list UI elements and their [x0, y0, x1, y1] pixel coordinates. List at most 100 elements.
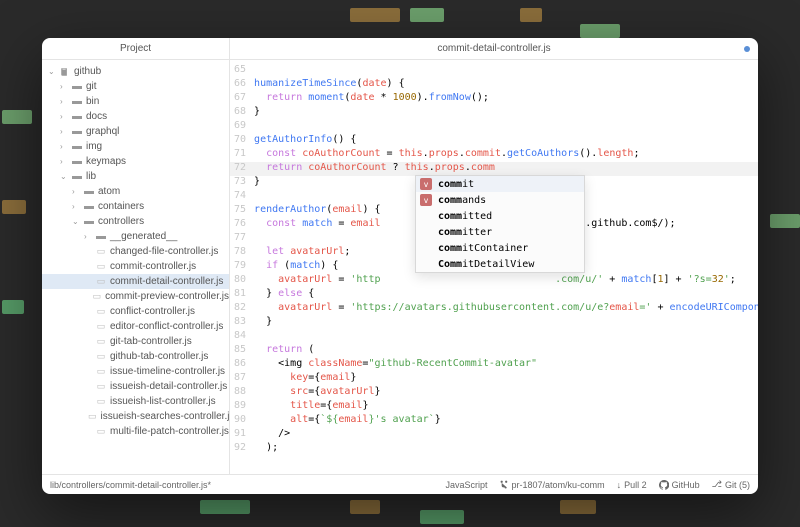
- tree-folder-controllers[interactable]: ⌄ ▬ controllers: [42, 214, 229, 229]
- tree-folder-label: bin: [86, 96, 99, 107]
- chevron-right-icon: ›: [84, 232, 92, 241]
- autocomplete-item[interactable]: vcommands: [416, 192, 584, 208]
- autocomplete-label: commit: [438, 179, 474, 190]
- status-path: lib/controllers/commit-detail-controller…: [50, 480, 211, 490]
- tree-file-label: changed-file-controller.js: [110, 246, 218, 257]
- chevron-down-icon: ⌄: [48, 67, 56, 76]
- tree-folder-label: controllers: [98, 216, 144, 227]
- autocomplete-popup[interactable]: vcommitvcommandscommitted committer commit…: [415, 175, 585, 273]
- gutter-line-number: 70: [234, 134, 246, 148]
- tree-root[interactable]: ⌄ github: [42, 64, 229, 79]
- file-tree[interactable]: ⌄ github ›▬git›▬bin›▬docs›▬graphql›▬img›…: [42, 60, 230, 474]
- autocomplete-badge-icon: [420, 258, 432, 270]
- code-line[interactable]: } else {: [254, 288, 758, 302]
- code-line[interactable]: );: [254, 442, 758, 456]
- tree-folder[interactable]: ›▬git: [42, 79, 229, 94]
- autocomplete-label: CommitDetailView: [438, 259, 534, 270]
- code-line[interactable]: [254, 330, 758, 344]
- autocomplete-label: commitContainer: [438, 243, 528, 254]
- tree-folder-label: __generated__: [110, 231, 177, 242]
- status-github-label: GitHub: [672, 480, 700, 490]
- code-line[interactable]: <img className="github-RecentCommit-avat…: [254, 358, 758, 372]
- tree-file[interactable]: ▭git-tab-controller.js: [42, 334, 229, 349]
- folder-icon: ▬: [72, 111, 82, 122]
- code-line[interactable]: }: [254, 106, 758, 120]
- project-pane-title: Project: [42, 38, 230, 59]
- autocomplete-item[interactable]: CommitDetailView: [416, 256, 584, 272]
- tree-folder-generated[interactable]: › ▬ __generated__: [42, 229, 229, 244]
- code-line[interactable]: avatarUrl = 'https://avatars.githubuserc…: [254, 302, 758, 316]
- tree-file[interactable]: ▭commit-detail-controller.js: [42, 274, 229, 289]
- tree-file[interactable]: ▭commit-controller.js: [42, 259, 229, 274]
- gutter-line-number: 72: [234, 162, 246, 176]
- tree-folder[interactable]: ›▬containers: [42, 199, 229, 214]
- code-line[interactable]: src={avatarUrl}: [254, 386, 758, 400]
- code-line[interactable]: title={email}: [254, 400, 758, 414]
- tree-file[interactable]: ▭issueish-searches-controller.js: [42, 409, 229, 424]
- tree-file[interactable]: ▭multi-file-patch-controller.js: [42, 424, 229, 439]
- code-line[interactable]: return coAuthorCount ? this.props.comm: [254, 162, 758, 176]
- status-pull-label: Pull 2: [624, 480, 647, 490]
- editor-tab[interactable]: commit-detail-controller.js: [230, 38, 758, 59]
- status-github[interactable]: GitHub: [659, 480, 700, 490]
- code-line[interactable]: return moment(date * 1000).fromNow();: [254, 92, 758, 106]
- gutter-line-number: 69: [234, 120, 246, 134]
- chevron-right-icon: ›: [72, 187, 80, 196]
- code-line[interactable]: getAuthorInfo() {: [254, 134, 758, 148]
- file-icon: ▭: [96, 261, 106, 272]
- autocomplete-label: committer: [438, 227, 492, 238]
- gutter-line-number: 74: [234, 190, 246, 204]
- gutter-line-number: 84: [234, 330, 246, 344]
- code-line[interactable]: const coAuthorCount = this.props.commit.…: [254, 148, 758, 162]
- status-pull[interactable]: ↓ Pull 2: [617, 480, 647, 490]
- code-line[interactable]: avatarUrl = 'http .com/u/' + match[1] + …: [254, 274, 758, 288]
- tree-folder[interactable]: ›▬img: [42, 139, 229, 154]
- gutter-line-number: 78: [234, 246, 246, 260]
- tree-folder[interactable]: ›▬graphql: [42, 124, 229, 139]
- tree-file[interactable]: ▭changed-file-controller.js: [42, 244, 229, 259]
- code-line[interactable]: humanizeTimeSince(date) {: [254, 78, 758, 92]
- code-line[interactable]: }: [254, 316, 758, 330]
- tree-file[interactable]: ▭issue-timeline-controller.js: [42, 364, 229, 379]
- status-language[interactable]: JavaScript: [446, 480, 488, 490]
- file-icon: ▭: [96, 321, 106, 332]
- autocomplete-item[interactable]: committed: [416, 208, 584, 224]
- code-line[interactable]: return (: [254, 344, 758, 358]
- code-line[interactable]: alt={`${email}'s avatar`}: [254, 414, 758, 428]
- chevron-right-icon: ›: [60, 112, 68, 121]
- gutter-line-number: 79: [234, 260, 246, 274]
- tree-file[interactable]: ▭editor-conflict-controller.js: [42, 319, 229, 334]
- status-git[interactable]: ⎇ Git (5): [712, 479, 750, 490]
- code-editor[interactable]: 6566676869707172737475767778798081828384…: [230, 60, 758, 474]
- file-icon: ▭: [96, 336, 106, 347]
- github-icon: [659, 480, 669, 490]
- code-line[interactable]: [254, 64, 758, 78]
- code-line[interactable]: />: [254, 428, 758, 442]
- tree-file[interactable]: ▭commit-preview-controller.js: [42, 289, 229, 304]
- gutter-line-number: 90: [234, 414, 246, 428]
- folder-icon: ▬: [72, 156, 82, 167]
- tree-folder[interactable]: ›▬docs: [42, 109, 229, 124]
- code-line[interactable]: key={email}: [254, 372, 758, 386]
- tree-file-label: issueish-list-controller.js: [110, 396, 216, 407]
- tree-folder[interactable]: ›▬bin: [42, 94, 229, 109]
- folder-icon: ▬: [84, 201, 94, 212]
- tree-file-label: issueish-detail-controller.js: [110, 381, 227, 392]
- tree-folder-lib[interactable]: ⌄ ▬ lib: [42, 169, 229, 184]
- tree-file[interactable]: ▭issueish-list-controller.js: [42, 394, 229, 409]
- autocomplete-item[interactable]: committer: [416, 224, 584, 240]
- tree-folder[interactable]: ›▬keymaps: [42, 154, 229, 169]
- tree-folder-label: img: [86, 141, 102, 152]
- tree-file[interactable]: ▭conflict-controller.js: [42, 304, 229, 319]
- status-branch-label: pr-1807/atom/ku-comm: [512, 480, 605, 490]
- autocomplete-item[interactable]: commitContainer: [416, 240, 584, 256]
- autocomplete-item[interactable]: vcommit: [416, 176, 584, 192]
- tree-file-label: commit-preview-controller.js: [105, 291, 229, 302]
- status-git-label: Git (5): [725, 480, 750, 490]
- tree-folder[interactable]: ›▬atom: [42, 184, 229, 199]
- chevron-right-icon: ›: [60, 157, 68, 166]
- tree-file[interactable]: ▭issueish-detail-controller.js: [42, 379, 229, 394]
- code-line[interactable]: [254, 120, 758, 134]
- status-branch[interactable]: pr-1807/atom/ku-comm: [500, 480, 605, 490]
- tree-file[interactable]: ▭github-tab-controller.js: [42, 349, 229, 364]
